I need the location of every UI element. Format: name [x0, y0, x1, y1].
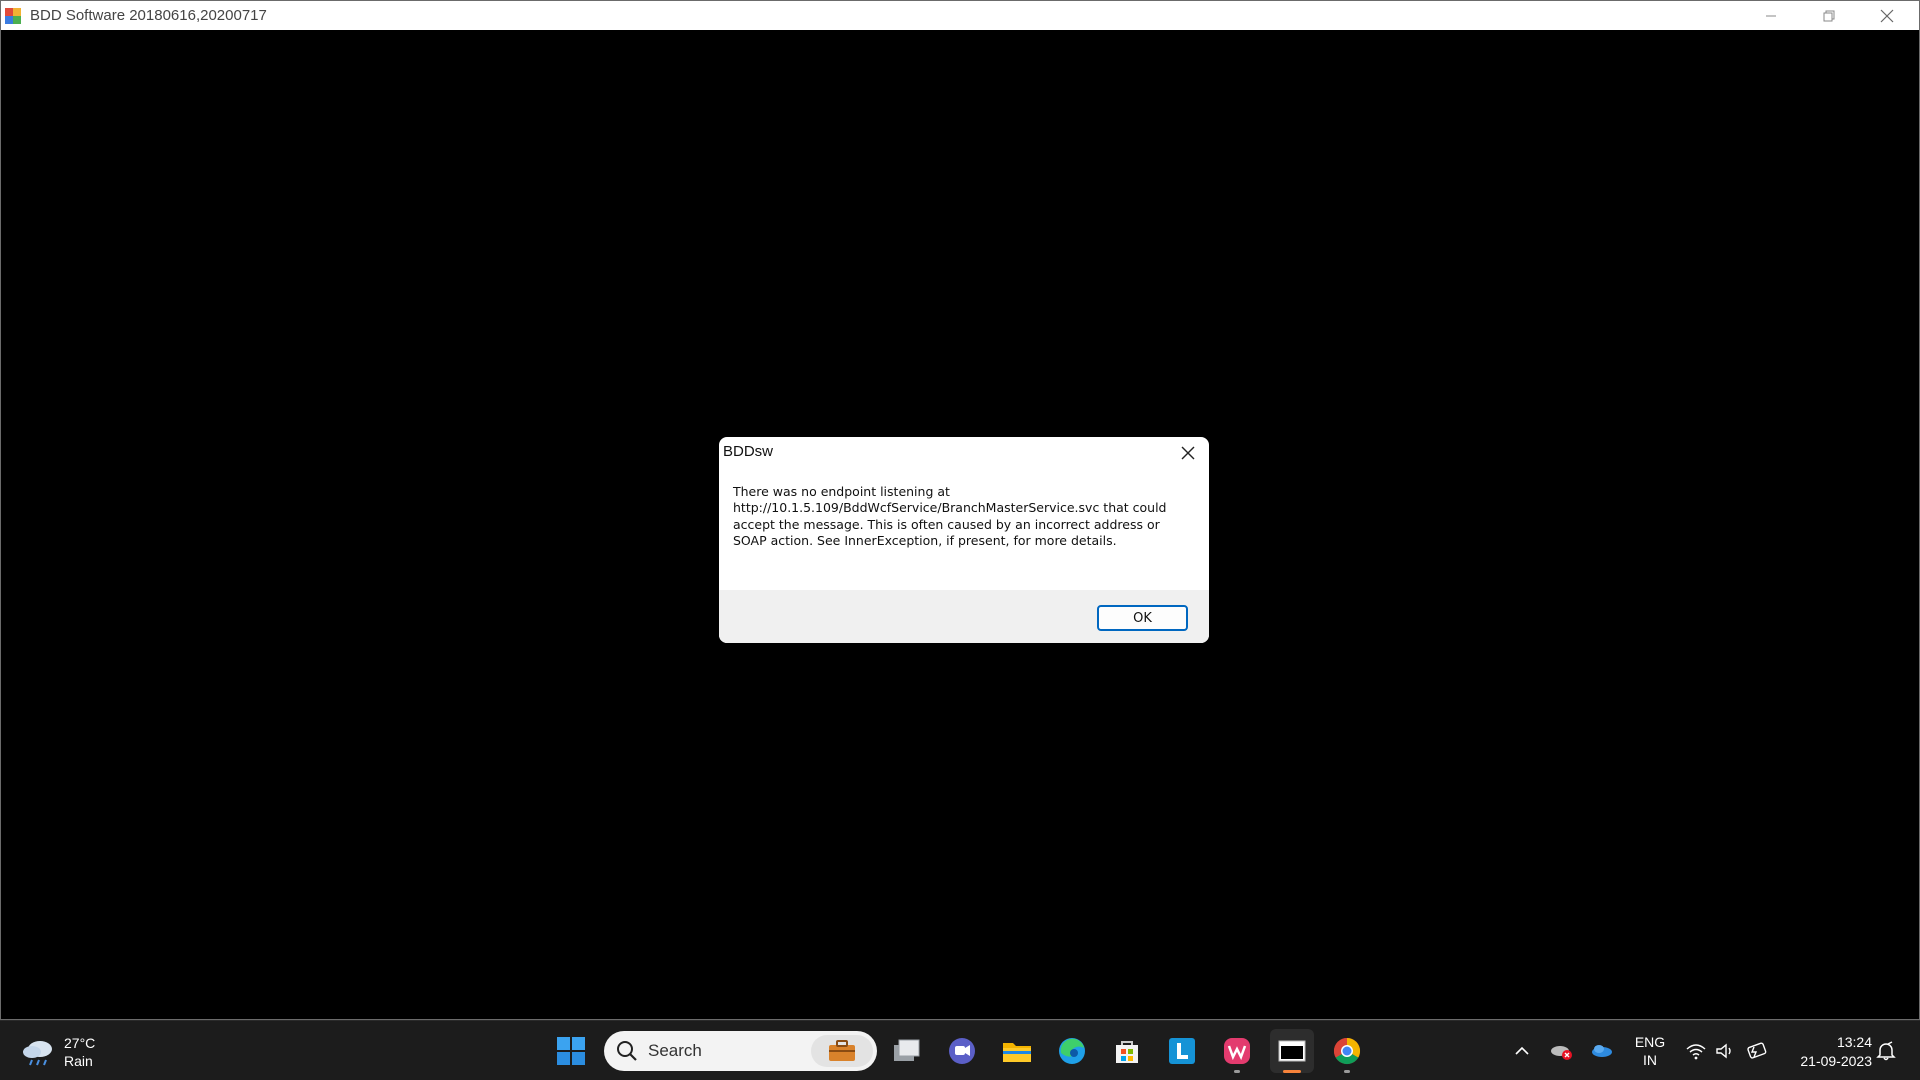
close-icon: [1880, 9, 1894, 22]
cloud-rain-icon: [20, 1037, 56, 1067]
input-language-indicator[interactable]: ENG IN: [1628, 1033, 1672, 1069]
minimize-button[interactable]: [1742, 1, 1800, 30]
dialog-close-button[interactable]: [1174, 441, 1202, 465]
file-explorer-button[interactable]: [995, 1029, 1039, 1073]
running-indicator: [1234, 1070, 1240, 1073]
clock[interactable]: 13:24 21-09-2023: [1776, 1033, 1872, 1071]
close-icon: [1181, 446, 1195, 460]
wifi-icon[interactable]: [1684, 1039, 1708, 1063]
running-indicator: [1344, 1070, 1350, 1073]
search-icon: [617, 1041, 637, 1061]
title-bar[interactable]: BDD Software 20180616,20200717: [1, 1, 1919, 30]
wps-office-button[interactable]: [1215, 1029, 1259, 1073]
task-view-icon: [894, 1039, 920, 1061]
onedrive-error-icon[interactable]: [1549, 1039, 1573, 1063]
teams-chat-icon: [949, 1038, 975, 1064]
close-window-button[interactable]: [1858, 1, 1916, 30]
clock-time: 13:24: [1836, 1034, 1872, 1050]
restore-icon: [1823, 10, 1835, 21]
language-code: ENG: [1634, 1034, 1666, 1050]
weather-condition: Rain: [64, 1053, 93, 1069]
briefcase-icon: [811, 1035, 873, 1067]
weather-temperature: 27°C: [64, 1035, 96, 1051]
start-button[interactable]: [549, 1029, 593, 1073]
notification-bell-icon[interactable]: [1874, 1039, 1898, 1063]
show-hidden-icons-chevron[interactable]: [1510, 1039, 1534, 1063]
dialog-message: There was no endpoint listening at http:…: [733, 484, 1167, 549]
volume-icon[interactable]: [1713, 1039, 1737, 1063]
app-icon[interactable]: [4, 7, 22, 25]
dialog-title: BDDsw: [723, 443, 774, 460]
onedrive-icon[interactable]: [1590, 1039, 1614, 1063]
search-label: Search: [648, 1041, 702, 1060]
chrome-icon: [1333, 1037, 1361, 1065]
window-title: BDD Software 20180616,20200717: [30, 7, 267, 24]
region-code: IN: [1643, 1052, 1657, 1068]
dialog-footer: OK: [719, 590, 1209, 643]
edge-browser-icon: [1059, 1038, 1085, 1064]
l-app-icon: [1169, 1038, 1195, 1064]
minimize-icon: [1766, 15, 1776, 16]
start-menu-icon: [557, 1037, 585, 1065]
taskbar: 27°C Rain Search ENG IN 13:24 21-09-2023: [0, 1020, 1920, 1080]
task-view-button[interactable]: [885, 1029, 929, 1073]
edge-browser-button[interactable]: [1050, 1029, 1094, 1073]
active-indicator: [1283, 1070, 1301, 1073]
clock-date: 21-09-2023: [1800, 1053, 1872, 1069]
bdd-software-taskbar-button[interactable]: [1270, 1029, 1314, 1073]
bdd-software-window-icon: [1278, 1040, 1306, 1062]
search-box[interactable]: Search: [604, 1031, 877, 1071]
file-explorer-icon: [1003, 1043, 1031, 1062]
microsoft-store-button[interactable]: [1105, 1029, 1149, 1073]
message-dialog: BDDsw There was no endpoint listening at…: [719, 437, 1209, 643]
battery-charging-icon[interactable]: [1744, 1039, 1768, 1063]
teams-chat-button[interactable]: [940, 1029, 984, 1073]
restore-button[interactable]: [1800, 1, 1858, 30]
dialog-body: There was no endpoint listening at http:…: [719, 470, 1209, 590]
l-app-button[interactable]: [1160, 1029, 1204, 1073]
weather-widget[interactable]: 27°C Rain: [20, 1031, 95, 1073]
wps-office-icon: [1224, 1038, 1250, 1064]
ok-button[interactable]: OK: [1097, 605, 1188, 631]
microsoft-store-icon: [1116, 1041, 1138, 1063]
chrome-button[interactable]: [1325, 1029, 1369, 1073]
